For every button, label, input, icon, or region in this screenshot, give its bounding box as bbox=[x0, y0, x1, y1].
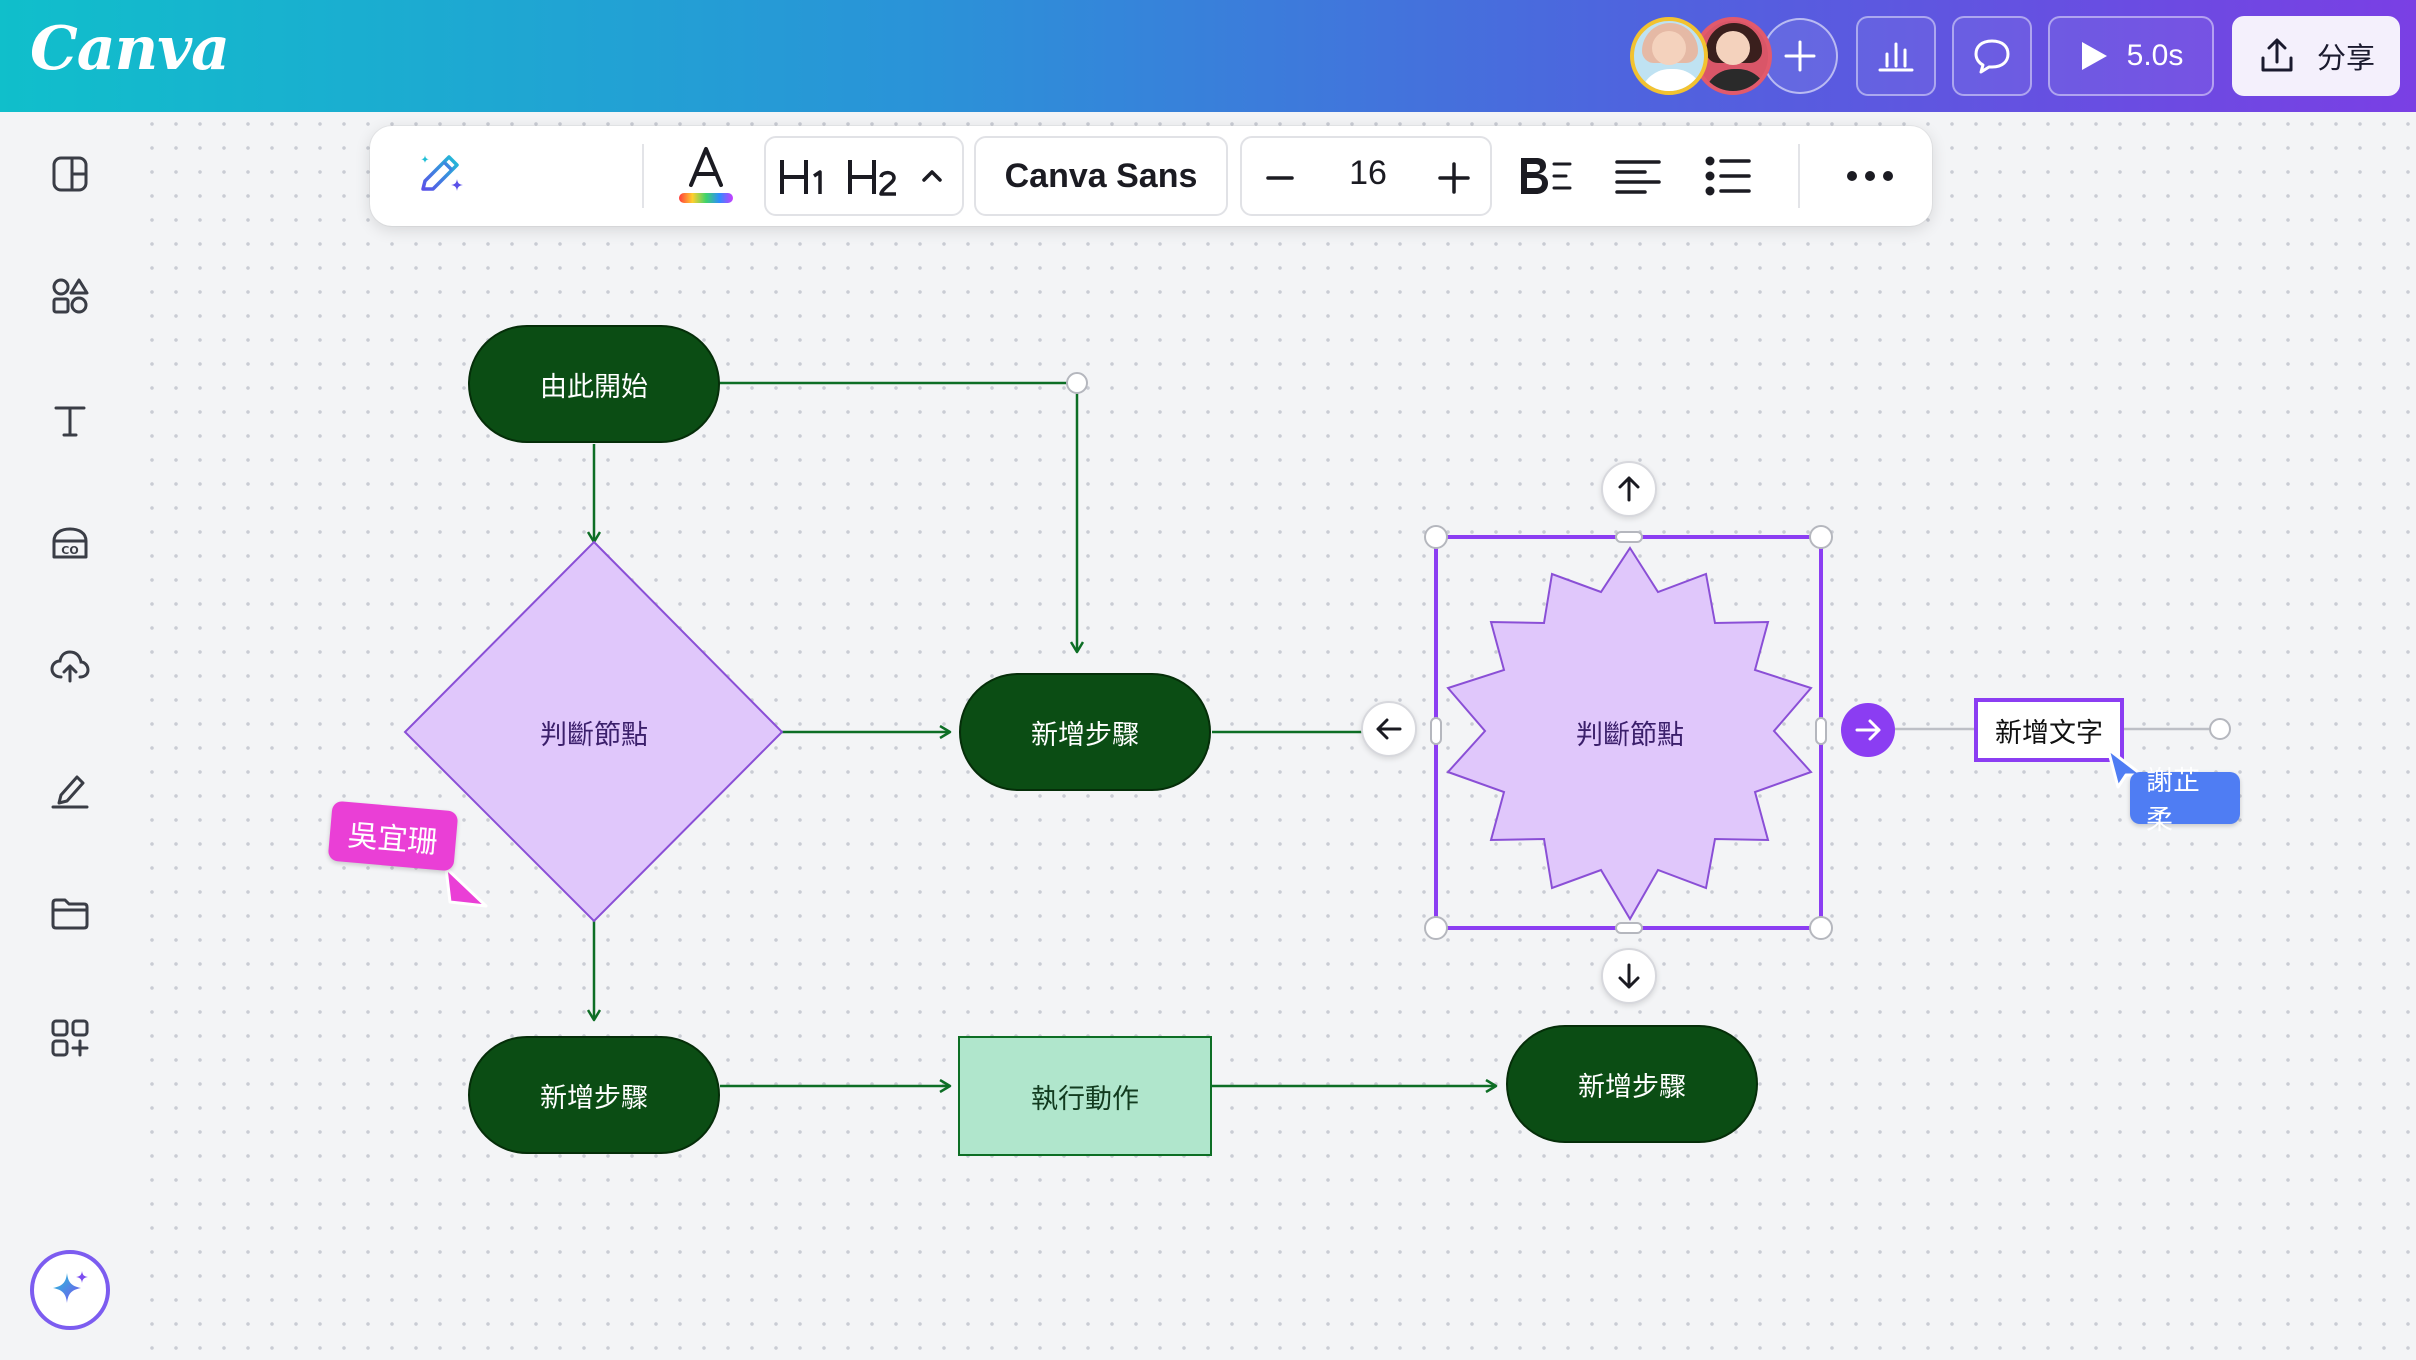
align-left-icon bbox=[1615, 160, 1661, 194]
present-duration: 5.0s bbox=[2126, 39, 2184, 72]
new-text-box[interactable]: 新增文字 bbox=[1974, 698, 2124, 762]
toolbar-divider bbox=[1798, 144, 1800, 208]
starburst-node-label[interactable]: 判斷節點 bbox=[1506, 700, 1754, 764]
bold-list-icon bbox=[1521, 158, 1572, 194]
uploads-icon[interactable] bbox=[46, 642, 94, 690]
play-icon bbox=[2081, 42, 2107, 70]
h2-button[interactable] bbox=[846, 152, 902, 202]
text-color-button[interactable] bbox=[670, 138, 742, 214]
decision-node-label[interactable]: 判斷節點 bbox=[470, 700, 718, 764]
add-node-up-button[interactable] bbox=[1601, 461, 1657, 517]
bullet-list-icon bbox=[1705, 156, 1751, 196]
magic-assistant-button[interactable] bbox=[30, 1250, 110, 1330]
arrow-down-icon bbox=[1618, 963, 1640, 989]
magic-pen-icon bbox=[421, 155, 463, 191]
comment-button[interactable] bbox=[1952, 16, 2032, 96]
elements-icon[interactable] bbox=[46, 272, 94, 320]
text-color-icon bbox=[679, 147, 733, 203]
bullet-list-button[interactable] bbox=[1700, 148, 1756, 204]
arrow-left-icon bbox=[1376, 718, 1402, 740]
align-left-button[interactable] bbox=[1610, 148, 1666, 204]
add-node-down-button[interactable] bbox=[1601, 948, 1657, 1004]
add-node-left-button[interactable] bbox=[1361, 701, 1417, 757]
font-size-input[interactable]: 16 bbox=[1337, 154, 1399, 193]
svg-text:CO: CO bbox=[61, 544, 78, 557]
sidebar: CO bbox=[0, 112, 140, 1360]
flow-node-action[interactable]: 執行動作 bbox=[958, 1036, 1212, 1156]
share-label: 分享 bbox=[2316, 41, 2375, 75]
plus-icon[interactable] bbox=[1434, 158, 1474, 198]
draw-icon[interactable] bbox=[46, 766, 94, 814]
flow-node-step-bottom[interactable]: 新增步驟 bbox=[468, 1036, 720, 1154]
font-family-select[interactable]: Canva Sans bbox=[974, 136, 1228, 216]
flow-node-step-right[interactable]: 新增步驟 bbox=[1506, 1025, 1758, 1143]
collaborator-cursor-label: 謝芷柔 bbox=[2130, 766, 2240, 836]
bold-button[interactable] bbox=[1516, 148, 1574, 206]
chevron-up-icon[interactable] bbox=[916, 160, 948, 192]
sparkle-icon bbox=[53, 1271, 88, 1303]
more-options-button[interactable] bbox=[1838, 148, 1902, 204]
comment-icon bbox=[1974, 39, 2010, 74]
bar-chart-icon bbox=[1878, 42, 1914, 72]
text-icon[interactable] bbox=[46, 396, 94, 444]
arrow-right-icon bbox=[1855, 719, 1881, 741]
flow-node-start[interactable]: 由此開始 bbox=[468, 325, 720, 443]
heading-group bbox=[764, 136, 964, 216]
pink-cursor-icon bbox=[444, 866, 488, 908]
collaborator-cursor-label: 吳宜珊 bbox=[327, 800, 459, 872]
apps-icon[interactable] bbox=[46, 1014, 94, 1062]
magic-write-button[interactable] bbox=[408, 144, 472, 208]
h1-button[interactable] bbox=[778, 152, 830, 202]
collaborator-avatar[interactable] bbox=[1630, 17, 1708, 95]
upload-icon bbox=[2261, 38, 2293, 72]
design-icon[interactable] bbox=[46, 150, 94, 198]
arrow-up-icon bbox=[1618, 476, 1640, 502]
brand-icon[interactable]: CO bbox=[46, 520, 94, 568]
insights-button[interactable] bbox=[1856, 16, 1936, 96]
add-collaborator-button[interactable] bbox=[1762, 18, 1838, 94]
minus-icon[interactable] bbox=[1260, 158, 1300, 198]
share-button[interactable]: 分享 bbox=[2232, 16, 2400, 96]
font-size-stepper: 16 bbox=[1240, 136, 1492, 216]
canva-logo[interactable]: Canva bbox=[30, 14, 230, 84]
toolbar-divider bbox=[642, 144, 644, 208]
projects-icon[interactable] bbox=[46, 890, 94, 938]
flow-node-step-top[interactable]: 新增步驟 bbox=[959, 673, 1211, 791]
more-icon bbox=[1847, 171, 1893, 181]
present-button[interactable]: 5.0s bbox=[2048, 16, 2214, 96]
connect-right-button[interactable] bbox=[1841, 703, 1895, 757]
text-format-toolbar: Canva Sans 16 bbox=[370, 126, 1932, 226]
top-bar: Canva 5.0s 分享 bbox=[0, 0, 2416, 112]
plus-icon bbox=[1784, 40, 1816, 72]
